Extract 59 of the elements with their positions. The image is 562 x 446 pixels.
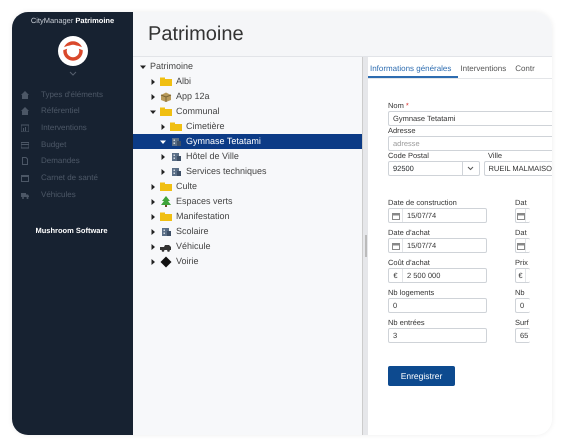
page-title: Patrimoine <box>148 22 244 47</box>
calendar-icon <box>392 212 400 220</box>
truck-icon <box>21 190 29 199</box>
caret-right-icon[interactable] <box>150 214 156 220</box>
logo-icon <box>56 35 88 68</box>
tree-item[interactable]: Hôtel de Ville <box>133 149 362 164</box>
building-icon <box>170 136 182 148</box>
card-icon <box>21 140 29 149</box>
tree-item[interactable]: Gymnase Tetatami <box>133 134 362 149</box>
tree-item[interactable]: Scolaire <box>133 224 362 239</box>
calendar-icon <box>392 242 400 250</box>
folder-icon <box>170 120 182 132</box>
save-button[interactable]: Enregistrer <box>388 366 455 386</box>
package-icon <box>160 90 172 102</box>
calendar-icon <box>516 212 524 220</box>
tab[interactable]: Informations générales <box>368 61 458 78</box>
caret-right-icon[interactable] <box>150 198 156 204</box>
tab[interactable]: Contr <box>513 61 542 78</box>
tree-item[interactable]: Patrimoine <box>133 59 362 74</box>
caret-down-icon[interactable] <box>160 138 166 144</box>
calendar-icon <box>21 174 29 182</box>
tree-item[interactable]: App 12a <box>133 89 362 104</box>
tree-item[interactable]: Albi <box>133 74 362 89</box>
document-icon <box>21 157 29 166</box>
chevron-down-icon[interactable] <box>467 166 474 171</box>
caret-right-icon[interactable] <box>160 154 166 160</box>
caret-down-icon[interactable] <box>150 108 156 114</box>
date-input[interactable] <box>515 238 530 253</box>
caret-right-icon[interactable] <box>150 184 156 190</box>
tree-item[interactable]: Services techniques <box>133 164 362 179</box>
calendar-icon <box>516 242 524 250</box>
caret-right-icon[interactable] <box>160 124 166 130</box>
tree-item[interactable]: Véhicule <box>133 239 362 254</box>
tree-item[interactable]: Manifestation <box>133 209 362 224</box>
caret-right-icon[interactable] <box>150 94 156 100</box>
building-icon <box>170 166 182 178</box>
tree-item[interactable]: Cimetière <box>133 119 362 134</box>
date-input[interactable] <box>515 208 530 223</box>
folder-icon <box>160 210 172 222</box>
folder-icon <box>160 76 172 88</box>
tab[interactable]: Interventions <box>458 61 514 78</box>
caret-down-icon[interactable] <box>140 64 146 70</box>
folder-icon <box>160 180 172 192</box>
splitter-handle[interactable] <box>362 57 368 435</box>
building-icon <box>160 226 172 238</box>
tree-icon <box>160 196 172 208</box>
tree-item[interactable]: Communal <box>133 104 362 119</box>
tree-item[interactable]: Voirie <box>133 254 362 269</box>
caret-right-icon[interactable] <box>150 244 156 250</box>
caret-right-icon[interactable] <box>160 168 166 174</box>
tree-item[interactable]: Culte <box>133 179 362 194</box>
building-icon <box>170 150 182 162</box>
caret-right-icon[interactable] <box>150 258 156 264</box>
diamond-icon <box>160 256 172 268</box>
caret-right-icon[interactable] <box>150 78 156 84</box>
tree-item[interactable]: Espaces verts <box>133 194 362 209</box>
chart-icon <box>21 124 29 132</box>
caret-right-icon[interactable] <box>150 228 156 234</box>
folder-icon <box>160 106 172 118</box>
